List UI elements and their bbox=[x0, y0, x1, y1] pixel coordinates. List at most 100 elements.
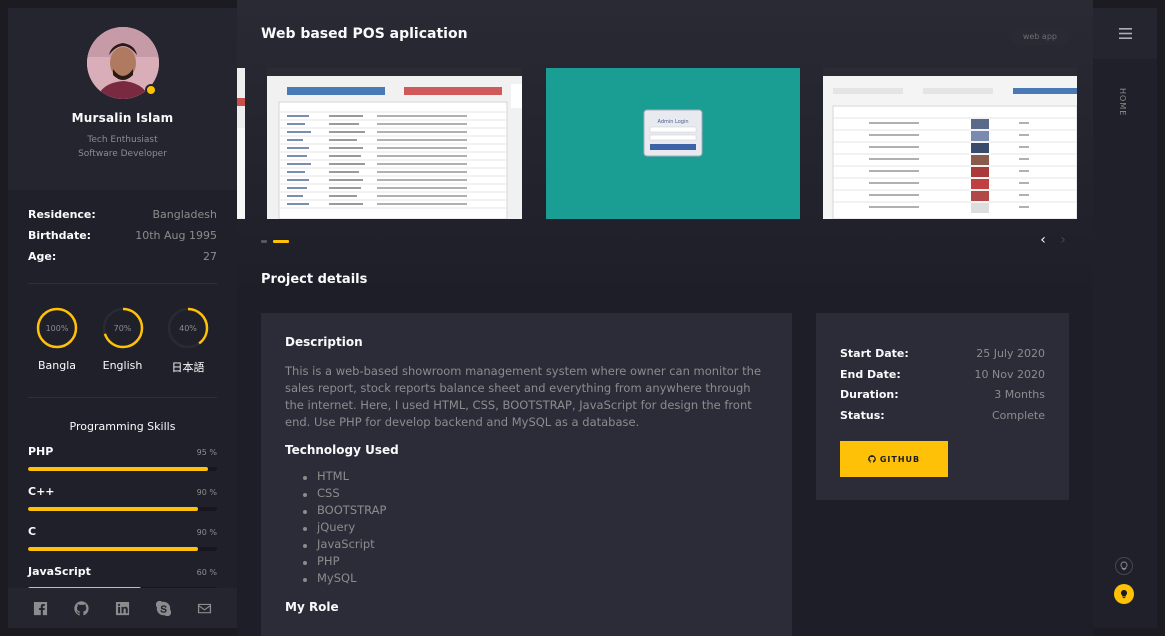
carousel-slide-partial bbox=[237, 68, 245, 219]
list-item: PHP bbox=[303, 554, 768, 571]
meta-row-status: Status: Complete bbox=[840, 409, 1045, 430]
skill-name: C bbox=[28, 525, 37, 538]
meta-label: Start Date: bbox=[840, 347, 909, 360]
skill-name: C++ bbox=[28, 485, 55, 498]
carousel-dot[interactable] bbox=[261, 240, 267, 243]
info-value: 27 bbox=[203, 250, 217, 263]
info-label: Age: bbox=[28, 250, 57, 263]
list-item: MySQL bbox=[303, 571, 768, 588]
chevron-left-icon[interactable]: ‹ bbox=[1037, 232, 1049, 248]
chevron-right-icon[interactable]: › bbox=[1057, 232, 1069, 248]
skills-title: Programming Skills bbox=[69, 420, 176, 433]
carousel-dot-active[interactable] bbox=[273, 240, 289, 243]
github-icon[interactable] bbox=[74, 600, 90, 616]
description-card: Description This is a web-based showroom… bbox=[261, 313, 792, 636]
list-item: CSS bbox=[303, 486, 768, 503]
meta-row-start-date: Start Date: 25 July 2020 bbox=[840, 347, 1045, 368]
meta-value: 10 Nov 2020 bbox=[974, 367, 1045, 381]
mail-icon[interactable] bbox=[197, 600, 213, 616]
skill-bar bbox=[28, 547, 217, 551]
info-value: 10th Aug 1995 bbox=[135, 229, 217, 242]
skill-bar bbox=[28, 507, 217, 511]
linkedin-icon[interactable] bbox=[115, 600, 131, 616]
programming-skills: Programming Skills PHP 95 % C++ 90 % C 90 %… bbox=[8, 398, 237, 591]
list-item: jQuery bbox=[303, 520, 768, 537]
language-percent: 40% bbox=[179, 323, 197, 333]
language-name: English bbox=[102, 359, 143, 372]
skill-bar-fill bbox=[28, 507, 199, 511]
carousel-dots bbox=[261, 240, 289, 243]
avatar-wrapper bbox=[86, 27, 159, 99]
profile-role: Software Developer bbox=[78, 149, 167, 159]
info-label: Birthdate: bbox=[28, 229, 92, 242]
list-item: HTML bbox=[303, 469, 768, 486]
profile-name: Mursalin Islam bbox=[71, 111, 174, 125]
page-title: Web based POS aplication bbox=[261, 26, 468, 42]
skill-cpp: C++ 90 % bbox=[28, 485, 217, 511]
personal-info: Residence: Bangladesh Birthdate: 10th Au… bbox=[8, 190, 237, 271]
technology-list: HTML CSS BOOTSTRAP jQuery JavaScript PHP… bbox=[285, 469, 768, 588]
carousel-arrows: ‹ › bbox=[1037, 232, 1069, 248]
skill-name: JavaScript bbox=[28, 565, 91, 578]
meta-label: Duration: bbox=[840, 388, 899, 401]
skype-icon[interactable] bbox=[156, 600, 172, 616]
section-title: Project details bbox=[261, 272, 368, 287]
list-item: JavaScript bbox=[303, 537, 768, 554]
skill-name: PHP bbox=[28, 445, 54, 458]
github-button-label: GITHUB bbox=[879, 454, 921, 464]
project-detail-main: Web based POS aplication web app Admin L… bbox=[237, 0, 1093, 636]
nav-home-link[interactable]: HOME bbox=[1118, 88, 1127, 116]
meta-row-end-date: End Date: 10 Nov 2020 bbox=[840, 368, 1045, 389]
language-name: Bangla bbox=[37, 359, 77, 372]
profile-header: Mursalin Islam Tech Enthusiast Software … bbox=[8, 8, 237, 190]
technology-heading: Technology Used bbox=[285, 443, 399, 457]
lightbulb-icon[interactable] bbox=[1115, 557, 1133, 575]
skill-percent: 95 % bbox=[196, 448, 217, 457]
project-tag-badge: web app bbox=[1010, 27, 1069, 45]
github-button[interactable]: GITHUB bbox=[840, 441, 948, 477]
language-name: 日本語 bbox=[171, 361, 205, 374]
language-skills: 100% Bangla 70% English 40% 日本語 bbox=[8, 284, 237, 397]
language-bangla: 100% Bangla bbox=[26, 307, 88, 375]
lightbulb-active-icon[interactable] bbox=[1114, 584, 1134, 604]
skill-percent: 60 % bbox=[196, 568, 217, 577]
info-row-residence: Residence: Bangladesh bbox=[28, 208, 217, 229]
meta-value: Complete bbox=[991, 408, 1045, 422]
meta-value: 3 Months bbox=[994, 388, 1045, 401]
language-progress-circle: 70% bbox=[102, 307, 144, 349]
meta-label: End Date: bbox=[840, 367, 901, 381]
skill-bar-fill bbox=[28, 547, 199, 551]
social-links bbox=[8, 588, 237, 628]
language-progress-circle: 100% bbox=[36, 307, 78, 349]
meta-label: Status: bbox=[840, 408, 885, 422]
language-japanese: 40% 日本語 bbox=[157, 307, 219, 375]
hamburger-icon bbox=[1118, 28, 1132, 39]
language-english: 70% English bbox=[92, 307, 154, 375]
info-value: Bangladesh bbox=[152, 208, 218, 221]
role-heading: My Role bbox=[285, 600, 339, 614]
language-percent: 70% bbox=[113, 323, 132, 333]
admin-login-text: Admin Login bbox=[657, 119, 688, 125]
list-item: BOOTSTRAP bbox=[303, 503, 768, 520]
table-screenshot[interactable] bbox=[267, 68, 522, 219]
hamburger-menu-button[interactable] bbox=[1093, 8, 1157, 59]
language-progress-circle: 40% bbox=[167, 307, 209, 349]
product-table-screenshot[interactable] bbox=[823, 68, 1077, 219]
skill-bar-fill bbox=[28, 467, 208, 471]
skill-percent: 90 % bbox=[196, 488, 217, 497]
facebook-icon[interactable] bbox=[33, 600, 49, 616]
skill-bar bbox=[28, 467, 217, 471]
description-text: This is a web-based showroom management … bbox=[285, 364, 762, 429]
profile-role: Tech Enthusiast bbox=[87, 135, 158, 145]
profile-roles: Tech Enthusiast Software Developer bbox=[8, 133, 237, 161]
language-percent: 100% bbox=[45, 323, 69, 333]
skill-php: PHP 95 % bbox=[28, 445, 217, 471]
admin-login-screenshot[interactable]: Admin Login bbox=[546, 68, 800, 219]
screenshot-carousel[interactable]: Admin Login bbox=[237, 68, 1093, 219]
meta-value: 25 July 2020 bbox=[976, 347, 1045, 360]
info-label: Residence: bbox=[28, 208, 96, 221]
project-meta-card: Start Date: 25 July 2020 End Date: 10 No… bbox=[816, 313, 1069, 500]
profile-sidebar: Mursalin Islam Tech Enthusiast Software … bbox=[8, 8, 237, 628]
online-status-dot bbox=[144, 84, 157, 96]
info-row-birthdate: Birthdate: 10th Aug 1995 bbox=[28, 229, 217, 250]
